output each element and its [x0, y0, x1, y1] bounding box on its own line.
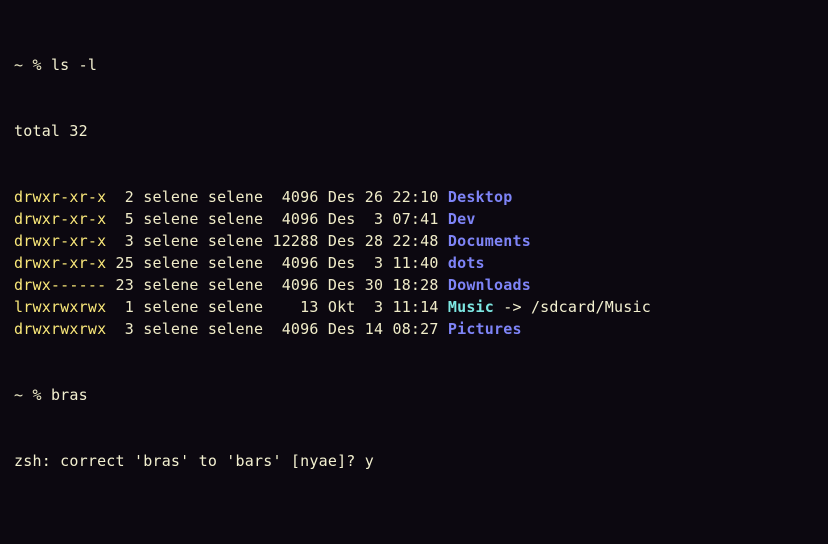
ls-row: drwxr-xr-x 3 selene selene 12288 Des 28 …: [14, 230, 814, 252]
meta: 3 selene selene 4096 Des 14 08:27: [106, 320, 448, 338]
total-line: total 32: [14, 120, 814, 142]
symlink-target: -> /sdcard/Music: [494, 298, 651, 316]
meta: 2 selene selene 4096 Des 26 22:10: [106, 188, 448, 206]
filename: Downloads: [448, 276, 531, 294]
ps1: ~ %: [14, 386, 51, 404]
perm: drwxrwxrwx: [14, 320, 106, 338]
filename: Documents: [448, 232, 531, 250]
bars-output: [14, 516, 814, 544]
perm: drwxr-xr-x: [14, 210, 106, 228]
perm: drwxr-xr-x: [14, 188, 106, 206]
zsh-correct-line: zsh: correct 'bras' to 'bars' [nyae]? y: [14, 450, 814, 472]
ls-row: lrwxrwxrwx 1 selene selene 13 Okt 3 11:1…: [14, 296, 814, 318]
ls-row: drwxrwxrwx 3 selene selene 4096 Des 14 0…: [14, 318, 814, 340]
ls-row: drwxr-xr-x 5 selene selene 4096 Des 3 07…: [14, 208, 814, 230]
prompt-line-1: ~ % ls -l: [14, 54, 814, 76]
ls-row: drwx------ 23 selene selene 4096 Des 30 …: [14, 274, 814, 296]
meta: 25 selene selene 4096 Des 3 11:40: [106, 254, 448, 272]
ls-row: drwxr-xr-x 25 selene selene 4096 Des 3 1…: [14, 252, 814, 274]
meta: 3 selene selene 12288 Des 28 22:48: [106, 232, 448, 250]
prompt-line-2: ~ % bras: [14, 384, 814, 406]
ls-row: drwxr-xr-x 2 selene selene 4096 Des 26 2…: [14, 186, 814, 208]
filename: Music: [448, 298, 494, 316]
filename: Dev: [448, 210, 476, 228]
meta: 23 selene selene 4096 Des 30 18:28: [106, 276, 448, 294]
ps1: ~ %: [14, 56, 51, 74]
command-2: bras: [51, 386, 88, 404]
filename: Desktop: [448, 188, 513, 206]
meta: 5 selene selene 4096 Des 3 07:41: [106, 210, 448, 228]
command-1: ls -l: [51, 56, 97, 74]
filename: dots: [448, 254, 485, 272]
ls-output: drwxr-xr-x 2 selene selene 4096 Des 26 2…: [14, 186, 814, 340]
filename: Pictures: [448, 320, 522, 338]
perm: drwxr-xr-x: [14, 254, 106, 272]
terminal[interactable]: ~ % ls -l total 32 drwxr-xr-x 2 selene s…: [0, 0, 828, 544]
perm: lrwxrwxrwx: [14, 298, 106, 316]
perm: drwx------: [14, 276, 106, 294]
perm: drwxr-xr-x: [14, 232, 106, 250]
meta: 1 selene selene 13 Okt 3 11:14: [106, 298, 448, 316]
